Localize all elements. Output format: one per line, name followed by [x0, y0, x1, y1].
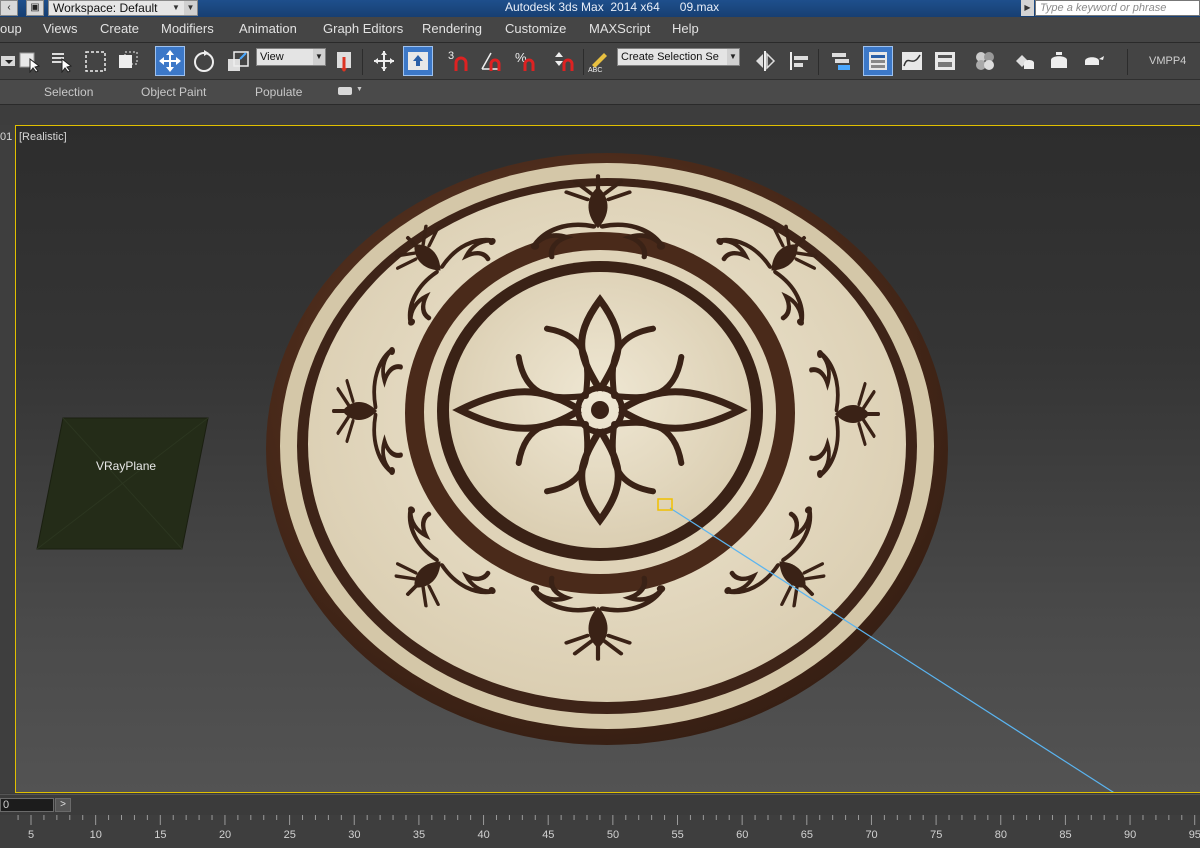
play-arrow-icon[interactable]: ▶: [1021, 0, 1034, 16]
ruler-tick-label: 30: [348, 829, 361, 841]
vmpp-button[interactable]: VMPP4: [1149, 55, 1186, 67]
perspective-viewport[interactable]: VRayPlane: [15, 125, 1200, 793]
svg-text:3: 3: [448, 50, 454, 62]
select-object-icon[interactable]: [15, 46, 45, 76]
svg-text:ABC: ABC: [588, 67, 602, 73]
ruler-tick-label: 75: [930, 829, 943, 841]
ribbon-tab-object-paint[interactable]: Object Paint: [141, 85, 206, 99]
ruler-ticks: [17, 815, 1196, 825]
align-icon[interactable]: [784, 46, 814, 76]
ruler-tick-label: 25: [283, 829, 296, 841]
keyboard-shortcut-override-icon[interactable]: [403, 46, 433, 76]
next-frame-button[interactable]: >: [55, 798, 71, 812]
menu-rendering[interactable]: Rendering: [422, 21, 482, 36]
menu-graph-editors[interactable]: Graph Editors: [323, 21, 403, 36]
ruler-tick-label: 35: [412, 829, 426, 841]
ruler-tick-label: 90: [1124, 829, 1137, 841]
workspace-dropdown[interactable]: Workspace: Default ▼ ▼: [48, 0, 198, 16]
menu-maxscript[interactable]: MAXScript: [589, 21, 650, 36]
help-search-input[interactable]: Type a keyword or phrase: [1035, 0, 1200, 16]
ruler-tick-label: 95: [1188, 829, 1200, 841]
snaps-toggle-icon[interactable]: 3: [443, 46, 473, 76]
curve-editor-icon[interactable]: [897, 46, 927, 76]
edit-named-selection-icon[interactable]: ABC: [583, 46, 613, 76]
ribbon-toggle-icon[interactable]: [338, 87, 352, 95]
toolbar-separator: [1127, 49, 1128, 75]
ruler-tick-label: 85: [1059, 829, 1072, 841]
ribbon-tab-selection[interactable]: Selection: [44, 85, 93, 99]
rendered-frame-window-icon[interactable]: [1044, 46, 1074, 76]
chevron-down-icon[interactable]: ▼: [356, 86, 363, 93]
track-bar-ruler[interactable]: 5 10 15 20 25 30 35 40 45 50 55 60 65 70 75 80 85 90 95: [0, 815, 1200, 848]
select-and-move-icon[interactable]: [155, 46, 185, 76]
frame-field[interactable]: 0: [0, 798, 54, 812]
ruler-tick-label: 80: [994, 829, 1007, 841]
marble-medallion-object[interactable]: [266, 153, 948, 745]
chevron-down-icon: ▼: [727, 49, 739, 65]
select-and-manipulate-icon[interactable]: [369, 46, 399, 76]
ribbon-tab-populate[interactable]: Populate: [255, 85, 302, 99]
menu-bar: oup Views Create Modifiers Animation Gra…: [0, 17, 1200, 43]
workspace-label: Workspace: Default: [53, 1, 158, 15]
schematic-view-icon[interactable]: [930, 46, 960, 76]
ruler-tick-label: 65: [800, 829, 814, 841]
percent-snap-icon[interactable]: %: [511, 46, 541, 76]
viewport-id: 01: [0, 131, 13, 143]
ruler-tick-label: 40: [477, 829, 490, 841]
quick-access-icon[interactable]: ▣: [26, 0, 44, 16]
menu-views[interactable]: Views: [43, 21, 77, 36]
menu-modifiers[interactable]: Modifiers: [161, 21, 214, 36]
layer-manager-icon[interactable]: [863, 46, 893, 76]
chevron-down-icon[interactable]: ▼: [184, 1, 197, 15]
reference-coord-dropdown[interactable]: View ▼: [256, 48, 326, 66]
viewport-left-gutter: [0, 125, 15, 793]
menu-customize[interactable]: Customize: [505, 21, 566, 36]
ruler-tick-label: 10: [89, 829, 102, 841]
chevron-down-icon: ▼: [313, 49, 325, 65]
ribbon-panel-gap: [0, 105, 1200, 125]
ruler-tick-label: 55: [671, 829, 684, 841]
menu-animation[interactable]: Animation: [239, 21, 297, 36]
main-toolbar: View ▼ 3 % ABC Create Selection Se ▼ VMP…: [0, 43, 1200, 80]
named-selection-set-dropdown[interactable]: Create Selection Se ▼: [617, 48, 740, 66]
chevron-down-icon: ▼: [172, 3, 180, 12]
viewport-shading-label[interactable]: [Realistic]: [19, 131, 67, 143]
ruler-tick-label: 60: [736, 829, 749, 841]
scene-explorer-icon[interactable]: [826, 46, 856, 76]
menu-help[interactable]: Help: [672, 21, 699, 36]
viewport-scene: [36, 153, 1114, 792]
ruler-tick-label: 15: [154, 829, 167, 841]
title-bar: ‹ ▣ Workspace: Default ▼ ▼ Autodesk 3ds …: [0, 0, 1200, 17]
select-and-scale-icon[interactable]: [223, 46, 253, 76]
vrayplane-label: VRayPlane: [96, 459, 157, 473]
select-and-rotate-icon[interactable]: [189, 46, 219, 76]
window-crossing-icon[interactable]: [113, 46, 143, 76]
toolbar-separator: [818, 49, 819, 75]
ruler-tick-label: 50: [606, 829, 620, 841]
app-title: Autodesk 3ds Max 2014 x64 09.max: [505, 0, 720, 14]
mirror-icon[interactable]: [750, 46, 780, 76]
ribbon-bar: Selection Object Paint Populate ▼: [0, 80, 1200, 105]
material-editor-icon[interactable]: [970, 46, 1000, 76]
angle-snap-icon[interactable]: [477, 46, 507, 76]
ruler-tick-label: 70: [865, 829, 878, 841]
menu-create[interactable]: Create: [100, 21, 139, 36]
rectangular-selection-icon[interactable]: [81, 46, 111, 76]
render-setup-icon[interactable]: [1010, 46, 1040, 76]
named-selection-set-placeholder: Create Selection Se: [621, 51, 719, 63]
render-production-icon[interactable]: [1078, 46, 1108, 76]
reference-coord-value: View: [260, 51, 284, 63]
back-icon[interactable]: ‹: [0, 0, 18, 16]
select-by-name-icon[interactable]: [47, 46, 77, 76]
toolbar-separator: [362, 49, 363, 75]
menu-group[interactable]: oup: [0, 21, 22, 36]
ruler-tick-label: 5: [28, 829, 35, 841]
spinner-snap-icon[interactable]: [549, 46, 579, 76]
ruler-tick-label: 20: [218, 829, 232, 841]
ruler-tick-label: 45: [542, 829, 555, 841]
pivot-center-icon[interactable]: [331, 46, 361, 76]
time-slider[interactable]: 0 >: [0, 794, 1200, 815]
